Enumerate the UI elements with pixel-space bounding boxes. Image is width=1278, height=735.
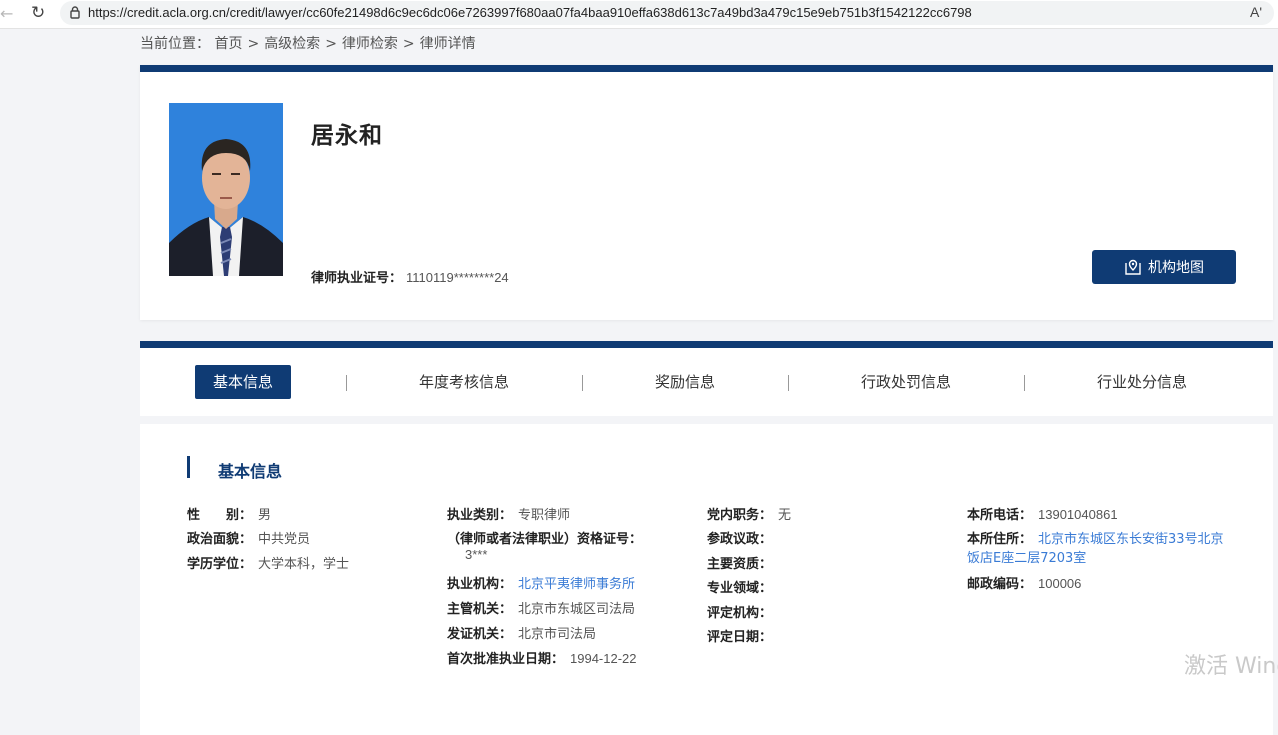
breadcrumb-advanced-search[interactable]: 高级检索 xyxy=(264,36,320,52)
main-qualification-label: 主要资质： xyxy=(707,557,773,572)
rating-date-label: 评定日期： xyxy=(707,630,773,645)
rating-agency-label: 评定机构： xyxy=(707,606,773,621)
first-approval-date-field: 首次批准执业日期： 1994-12-22 xyxy=(447,648,637,667)
tab-divider xyxy=(1024,375,1025,391)
education-field: 学历学位： 大学本科，学士 xyxy=(187,553,349,572)
url-field[interactable]: https://credit.acla.org.cn/credit/lawyer… xyxy=(60,1,1274,25)
institution-map-button[interactable]: 机构地图 xyxy=(1092,250,1236,284)
breadcrumb-prefix: 当前位置： xyxy=(140,36,210,52)
url-text: https://credit.acla.org.cn/credit/lawyer… xyxy=(88,5,972,20)
tab-industry-sanction[interactable]: 行业处分信息 xyxy=(1084,365,1200,399)
education-label: 学历学位： xyxy=(187,557,253,572)
party-position-value: 无 xyxy=(778,508,792,523)
reload-icon[interactable]: ↻ xyxy=(31,3,45,23)
gender-field: 性 别： 男 xyxy=(187,504,271,523)
lock-icon[interactable] xyxy=(68,5,82,19)
qualification-value-row: 3*** xyxy=(465,547,487,563)
rating-agency-field: 评定机构： xyxy=(707,602,778,621)
political-status-field: 政治面貌： 中共党员 xyxy=(187,528,310,547)
practice-type-value: 专职律师 xyxy=(518,508,571,523)
specialty-label: 专业领域： xyxy=(707,581,773,596)
tab-basic-info[interactable]: 基本信息 xyxy=(195,365,291,399)
political-participation-field: 参政议政： xyxy=(707,528,778,547)
read-aloud-icon[interactable]: Aʹ xyxy=(1250,4,1262,20)
breadcrumb-separator: > xyxy=(402,36,415,52)
qualification-field: （律师或者法律职业）资格证号： xyxy=(447,528,642,547)
political-status-label: 政治面貌： xyxy=(187,532,253,547)
license-number-row: 律师执业证号： 1110119********24 xyxy=(311,267,509,286)
tab-awards[interactable]: 奖励信息 xyxy=(643,365,727,399)
breadcrumb-separator: > xyxy=(247,36,260,52)
firm-link[interactable]: 北京平夷律师事务所 xyxy=(518,577,635,592)
political-participation-label: 参政议政： xyxy=(707,532,773,547)
breadcrumb-lawyer-search[interactable]: 律师检索 xyxy=(342,36,398,52)
political-status-value: 中共党员 xyxy=(258,532,311,547)
authority-value: 北京市东城区司法局 xyxy=(518,602,636,617)
map-pin-icon xyxy=(1125,259,1141,275)
first-approval-date-label: 首次批准执业日期： xyxy=(447,652,565,667)
license-label: 律师执业证号： xyxy=(311,271,403,286)
practice-type-label: 执业类别： xyxy=(447,508,513,523)
tabs-bar: 基本信息 年度考核信息 奖励信息 行政处罚信息 行业处分信息 xyxy=(140,348,1273,424)
portrait-illustration xyxy=(169,103,283,276)
lawyer-photo xyxy=(169,103,283,276)
profile-card: 居永和 律师执业证号： 1110119********24 机构地图 xyxy=(140,65,1273,320)
license-value: 1110119********24 xyxy=(406,270,509,285)
postcode-label: 邮政编码： xyxy=(967,577,1033,592)
breadcrumb-lawyer-detail: 律师详情 xyxy=(419,36,476,52)
lawyer-name: 居永和 xyxy=(311,123,383,149)
first-approval-date-value: 1994-12-22 xyxy=(570,651,637,666)
tab-annual-review[interactable]: 年度考核信息 xyxy=(406,365,522,399)
breadcrumb: 当前位置： 首页 > 高级检索 > 律师检索 > 律师详情 xyxy=(140,33,476,53)
gender-label: 性 别： xyxy=(187,508,253,523)
section-accent-bar xyxy=(187,456,190,478)
issuer-field: 发证机关： 北京市司法局 xyxy=(447,623,596,642)
firm-address-label: 本所住所： xyxy=(967,532,1033,547)
browser-address-bar: ← ↻ https://credit.acla.org.cn/credit/la… xyxy=(0,0,1278,29)
firm-label: 执业机构： xyxy=(447,577,513,592)
qualification-label: （律师或者法律职业）资格证号： xyxy=(447,532,643,547)
authority-field: 主管机关： 北京市东城区司法局 xyxy=(447,598,635,617)
tab-administrative-penalty[interactable]: 行政处罚信息 xyxy=(848,365,964,399)
postcode-value: 100006 xyxy=(1038,576,1082,591)
breadcrumb-home[interactable]: 首页 xyxy=(214,36,242,52)
authority-label: 主管机关： xyxy=(447,602,513,617)
specialty-field: 专业领域： xyxy=(707,577,778,596)
firm-phone-value: 13901040861 xyxy=(1038,507,1118,522)
qualification-value: 3*** xyxy=(465,547,488,562)
tab-divider xyxy=(788,375,789,391)
main-qualification-field: 主要资质： xyxy=(707,553,778,572)
rating-date-field: 评定日期： xyxy=(707,626,778,645)
party-position-field: 党内职务： 无 xyxy=(707,504,791,523)
firm-address-line2-row: 饭店E座二层7203室 xyxy=(967,547,1086,566)
section-title: 基本信息 xyxy=(218,462,283,481)
issuer-label: 发证机关： xyxy=(447,627,513,642)
tab-divider xyxy=(582,375,583,391)
firm-phone-field: 本所电话： 13901040861 xyxy=(967,504,1118,523)
detail-card: 基本信息 年度考核信息 奖励信息 行政处罚信息 行业处分信息 基本信息 性 别：… xyxy=(140,341,1273,735)
practice-type-field: 执业类别： 专职律师 xyxy=(447,504,570,523)
firm-address-link[interactable]: 北京市东城区东长安街33号北京 xyxy=(1038,532,1224,547)
firm-field: 执业机构： 北京平夷律师事务所 xyxy=(447,573,635,592)
postcode-field: 邮政编码： 100006 xyxy=(967,573,1081,592)
firm-phone-label: 本所电话： xyxy=(967,508,1033,523)
education-value: 大学本科，学士 xyxy=(258,557,350,572)
issuer-value: 北京市司法局 xyxy=(518,627,597,642)
back-arrow-icon[interactable]: ← xyxy=(0,4,13,23)
institution-map-label: 机构地图 xyxy=(1148,260,1204,276)
firm-address-line2[interactable]: 饭店E座二层7203室 xyxy=(967,551,1086,566)
tab-divider xyxy=(346,375,347,391)
firm-address-field: 本所住所： 北京市东城区东长安街33号北京 xyxy=(967,528,1224,547)
party-position-label: 党内职务： xyxy=(707,508,773,523)
gender-value: 男 xyxy=(258,508,272,523)
windows-activation-watermark: 激活 Windo xyxy=(1184,654,1278,679)
breadcrumb-separator: > xyxy=(325,36,337,52)
